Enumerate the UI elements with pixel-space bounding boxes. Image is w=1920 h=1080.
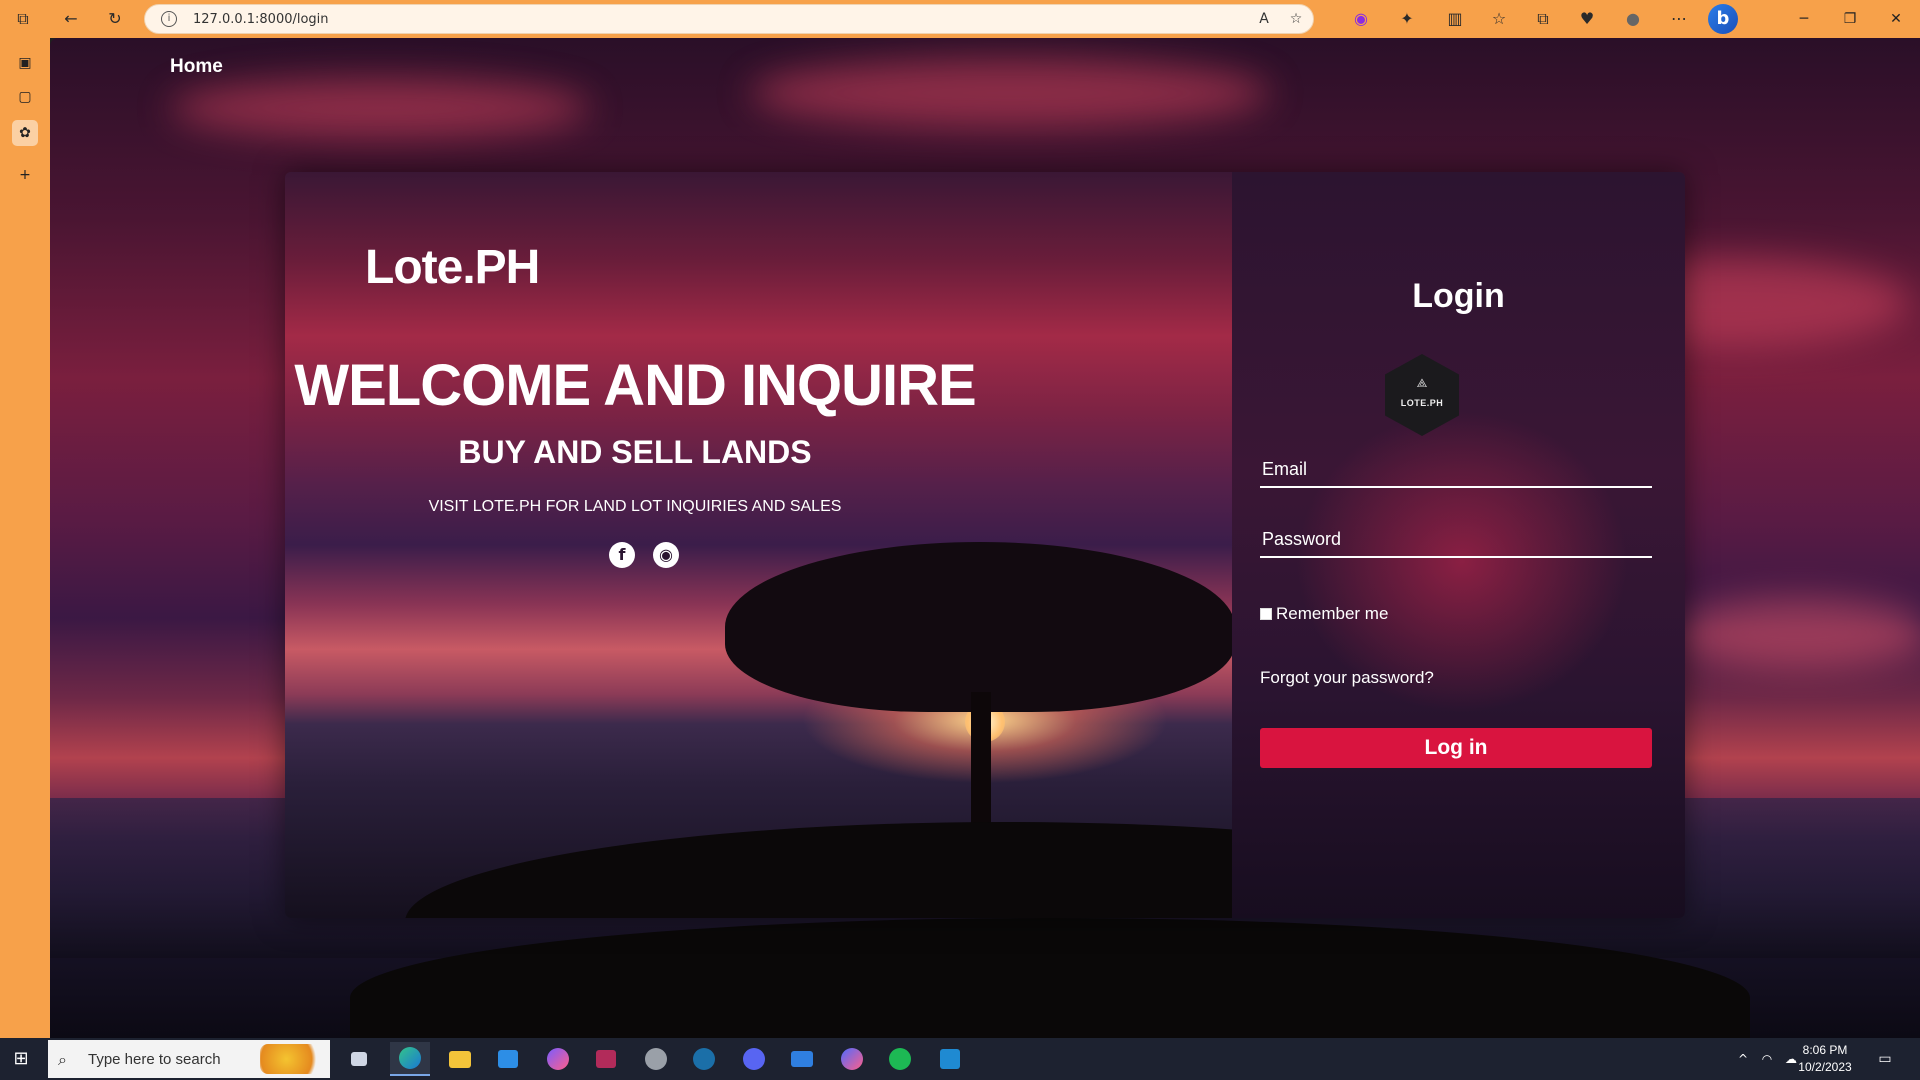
remember-me-checkbox[interactable] — [1260, 608, 1272, 620]
notifications-icon[interactable]: ▭ — [1876, 1050, 1894, 1068]
search-placeholder[interactable]: Type here to search — [88, 1051, 221, 1068]
restore-button[interactable]: ❐ — [1830, 6, 1870, 32]
collections-icon[interactable]: ⧉ — [1532, 8, 1554, 30]
extensions-puzzle-icon[interactable]: ✦ — [1396, 8, 1418, 30]
split-screen-icon[interactable]: ▥ — [1444, 8, 1466, 30]
new-tab-plus-icon[interactable]: + — [12, 162, 38, 188]
password-input[interactable] — [1260, 522, 1652, 556]
game-launcher-icon[interactable] — [636, 1042, 676, 1076]
login-button[interactable]: Log in — [1260, 728, 1652, 768]
forgot-password-link[interactable]: Forgot your password? — [1260, 668, 1434, 688]
extension-icon[interactable]: ◉ — [1350, 8, 1372, 30]
task-view-icon[interactable] — [339, 1042, 379, 1076]
messenger-2-icon[interactable] — [832, 1042, 872, 1076]
sky-cloud — [1670, 598, 1920, 668]
clock-time: 8:06 PM — [1802, 1043, 1848, 1057]
tree-silhouette — [725, 542, 1235, 712]
edge-browser-icon[interactable] — [390, 1042, 430, 1076]
web-page: Home Lote.PH WELCOME AND INQUIRE BUY AND… — [50, 38, 1920, 1038]
favorites-icon[interactable]: ☆ — [1488, 8, 1510, 30]
login-card: Lote.PH WELCOME AND INQUIRE BUY AND SELL… — [285, 172, 1685, 918]
sky-cloud — [170, 78, 590, 138]
refresh-button[interactable]: ↻ — [104, 8, 126, 30]
login-title: Login — [1412, 277, 1505, 315]
tray-chevron-up-icon[interactable]: ^ — [1734, 1050, 1752, 1068]
hero-panel: Lote.PH WELCOME AND INQUIRE BUY AND SELL… — [285, 172, 1605, 918]
microsoft-store-icon[interactable] — [488, 1042, 528, 1076]
logo-mountain-icon: ⟁ — [1416, 376, 1428, 390]
logo-text: LOTE.PH — [1400, 398, 1444, 408]
site-logo: ⟁ LOTE.PH — [1385, 354, 1459, 436]
email-input[interactable] — [1260, 452, 1652, 486]
taskbar-search[interactable]: ⌕ Type here to search — [48, 1040, 330, 1078]
browser-toolbar: ⧉ ← ↻ i 127.0.0.1:8000/login A ☆ ◉ ✦ ▥ ☆… — [0, 0, 1920, 38]
minimize-button[interactable]: ─ — [1784, 6, 1824, 32]
buy-sell-subheading: BUY AND SELL LANDS — [458, 434, 812, 470]
url-text[interactable]: 127.0.0.1:8000/login — [193, 12, 329, 27]
email-field — [1260, 452, 1652, 488]
mail-icon[interactable] — [782, 1042, 822, 1076]
address-bar[interactable]: i 127.0.0.1:8000/login A ☆ — [144, 4, 1314, 34]
tab-actions-icon[interactable]: ▣ — [12, 50, 38, 76]
site-info-icon[interactable]: i — [161, 11, 177, 27]
clock-date: 10/2/2023 — [1798, 1060, 1852, 1074]
workspaces-icon[interactable]: ⧉ — [12, 8, 34, 30]
discord-icon[interactable] — [734, 1042, 774, 1076]
tree-trunk — [971, 692, 991, 832]
vscode-icon[interactable] — [930, 1042, 970, 1076]
network-icon[interactable]: ◠ — [1758, 1050, 1776, 1068]
search-icon: ⌕ — [58, 1050, 67, 1069]
login-panel: Login ⟁ LOTE.PH Remember me Forgot your … — [1232, 172, 1685, 918]
close-window-button[interactable]: ✕ — [1876, 6, 1916, 32]
file-explorer-icon[interactable] — [440, 1042, 480, 1076]
favorite-star-icon[interactable]: ☆ — [1287, 11, 1305, 29]
brand-title: Lote.PH — [365, 241, 540, 294]
taskbar-clock[interactable]: 8:06 PM 10/2/2023 — [1790, 1042, 1860, 1076]
tab-active-site-icon[interactable]: ✿ — [12, 120, 38, 146]
bing-copilot-button[interactable]: b — [1708, 4, 1738, 34]
back-button[interactable]: ← — [60, 8, 82, 30]
messenger-icon[interactable] — [538, 1042, 578, 1076]
more-menu-icon[interactable]: ⋯ — [1668, 8, 1690, 30]
windows-taskbar: ⊞ ⌕ Type here to search ^ ◠ ☁ 8:06 PM 10… — [0, 1038, 1920, 1080]
visual-studio-icon[interactable] — [586, 1042, 626, 1076]
windows-start-icon[interactable]: ⊞ — [10, 1048, 32, 1070]
read-aloud-icon[interactable]: A — [1255, 11, 1273, 29]
facebook-icon[interactable]: f — [609, 542, 635, 568]
remember-me-label: Remember me — [1276, 604, 1389, 623]
profile-avatar-icon[interactable]: ● — [1622, 8, 1644, 30]
nav-home-link[interactable]: Home — [170, 56, 223, 78]
spotify-icon[interactable] — [880, 1042, 920, 1076]
github-icon[interactable]: ◉ — [653, 542, 679, 568]
welcome-heading: WELCOME AND INQUIRE — [294, 353, 976, 418]
tab-page-icon[interactable]: ▢ — [12, 84, 38, 110]
steam-icon[interactable] — [684, 1042, 724, 1076]
password-field — [1260, 522, 1652, 558]
browser-essentials-icon[interactable]: ♥ — [1576, 8, 1598, 30]
sky-cloud — [750, 58, 1270, 128]
browser-sidebar: ▣ ▢ ✿ + — [0, 38, 50, 1038]
remember-me[interactable]: Remember me — [1260, 604, 1388, 624]
visit-tagline: VISIT LOTE.PH FOR LAND LOT INQUIRIES AND… — [428, 498, 842, 515]
search-highlight-image — [260, 1044, 326, 1074]
